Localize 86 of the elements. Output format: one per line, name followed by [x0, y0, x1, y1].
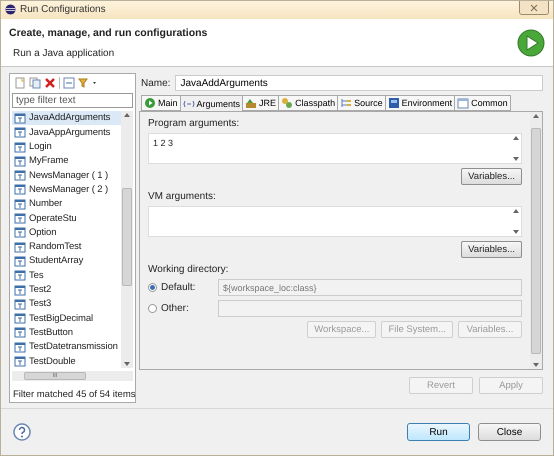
class-icon [14, 284, 26, 296]
header-subtitle: Run a Java application [12, 48, 116, 58]
filter-status: Filter matched 45 of 54 items [12, 388, 133, 400]
config-item[interactable]: TestButton [12, 325, 121, 340]
collapse-icon [63, 77, 75, 90]
environment-icon [388, 97, 400, 110]
config-item[interactable]: RandomTest [12, 239, 121, 254]
tab[interactable]: Environment [384, 95, 456, 112]
app-icon [5, 4, 16, 16]
config-item[interactable]: TestDouble [12, 354, 121, 368]
source-icon [340, 97, 352, 110]
class-icon [14, 126, 26, 138]
header-title: Create, manage, and run configurations [9, 26, 208, 38]
play-icon [144, 97, 156, 110]
config-item[interactable]: TestDatetransmission [12, 340, 121, 354]
scrollbar[interactable] [121, 110, 133, 368]
delete-icon [44, 77, 56, 90]
config-item[interactable]: Tes [12, 268, 121, 282]
close-button[interactable] [519, 1, 549, 16]
program-arguments-label: Program arguments: [148, 117, 240, 130]
vm-arguments-label: VM arguments: [148, 190, 217, 202]
class-icon [14, 140, 26, 153]
class-icon [14, 212, 26, 224]
config-item[interactable]: OperateStu [12, 210, 121, 226]
class-icon [14, 198, 26, 210]
classpath-icon [281, 97, 294, 110]
scroll-up-icon[interactable] [124, 112, 130, 117]
filter-icon [78, 77, 90, 90]
class-icon [14, 240, 26, 253]
scroll-down-icon[interactable] [513, 157, 519, 162]
config-item[interactable]: JavaAppArguments [12, 125, 121, 140]
config-item[interactable]: StudentArray [12, 254, 121, 268]
config-item[interactable]: Test3 [12, 296, 121, 311]
class-icon [14, 154, 26, 167]
close-icon [530, 4, 538, 12]
tab[interactable]: JRE [242, 95, 280, 112]
run-icon [517, 28, 545, 56]
config-item[interactable]: MyFrame [12, 154, 121, 168]
config-item[interactable]: Option [12, 225, 121, 240]
config-item[interactable]: TestBigDecimal [12, 310, 121, 326]
window-title: Run Configurations [20, 4, 107, 16]
class-icon [14, 326, 26, 338]
working-directory-label: Working directory: [148, 263, 230, 276]
config-item[interactable]: Test2 [12, 282, 121, 297]
class-icon [14, 183, 26, 196]
class-icon [14, 254, 26, 267]
library-icon [245, 97, 258, 110]
config-item[interactable]: JavaAddArguments [12, 110, 121, 126]
tab[interactable]: Source [337, 95, 386, 112]
scrollbar[interactable] [530, 112, 542, 370]
class-icon [14, 169, 26, 182]
scroll-down-icon[interactable] [513, 230, 519, 234]
class-icon [14, 340, 26, 353]
variables-button[interactable]: Variables... [461, 241, 522, 258]
tab[interactable]: Classpath [278, 95, 338, 112]
program-arguments-field[interactable]: 1 2 3 [148, 133, 522, 164]
name-label: Name: [141, 78, 170, 89]
name-field[interactable]: JavaAddArguments [175, 75, 543, 92]
class-icon [14, 312, 26, 324]
dialog-button[interactable]: Close [478, 423, 541, 442]
variables-button[interactable]: Variables... [461, 168, 522, 186]
config-item[interactable]: NewsManager ( 1 ) [12, 168, 121, 182]
class-icon [14, 226, 26, 238]
tab[interactable]: Main [141, 95, 181, 112]
new-file-icon [14, 77, 26, 90]
class-icon [14, 355, 26, 367]
radio-button[interactable]: Other: [148, 303, 212, 314]
class-icon [14, 112, 26, 124]
config-item[interactable]: Login [12, 139, 121, 154]
class-icon [14, 269, 26, 282]
dialog-button[interactable]: Run [407, 423, 470, 442]
scroll-up-icon[interactable] [533, 114, 539, 118]
window-icon [457, 97, 470, 110]
copy-icon [29, 77, 41, 90]
vm-arguments-field[interactable] [148, 206, 522, 238]
scroll-down-icon[interactable] [124, 362, 130, 366]
class-icon [14, 298, 26, 310]
radio-button[interactable]: Default: [148, 282, 212, 294]
config-item[interactable]: NewsManager ( 2 ) [12, 182, 121, 197]
scroll-down-icon[interactable] [533, 363, 539, 368]
filter-field[interactable]: type filter text [12, 92, 133, 108]
scroll-up-icon[interactable] [513, 209, 519, 214]
config-item[interactable]: Number [12, 196, 121, 211]
tab[interactable]: Common [454, 95, 511, 112]
help-icon[interactable] [13, 423, 31, 442]
scroll-up-icon[interactable] [513, 136, 519, 140]
